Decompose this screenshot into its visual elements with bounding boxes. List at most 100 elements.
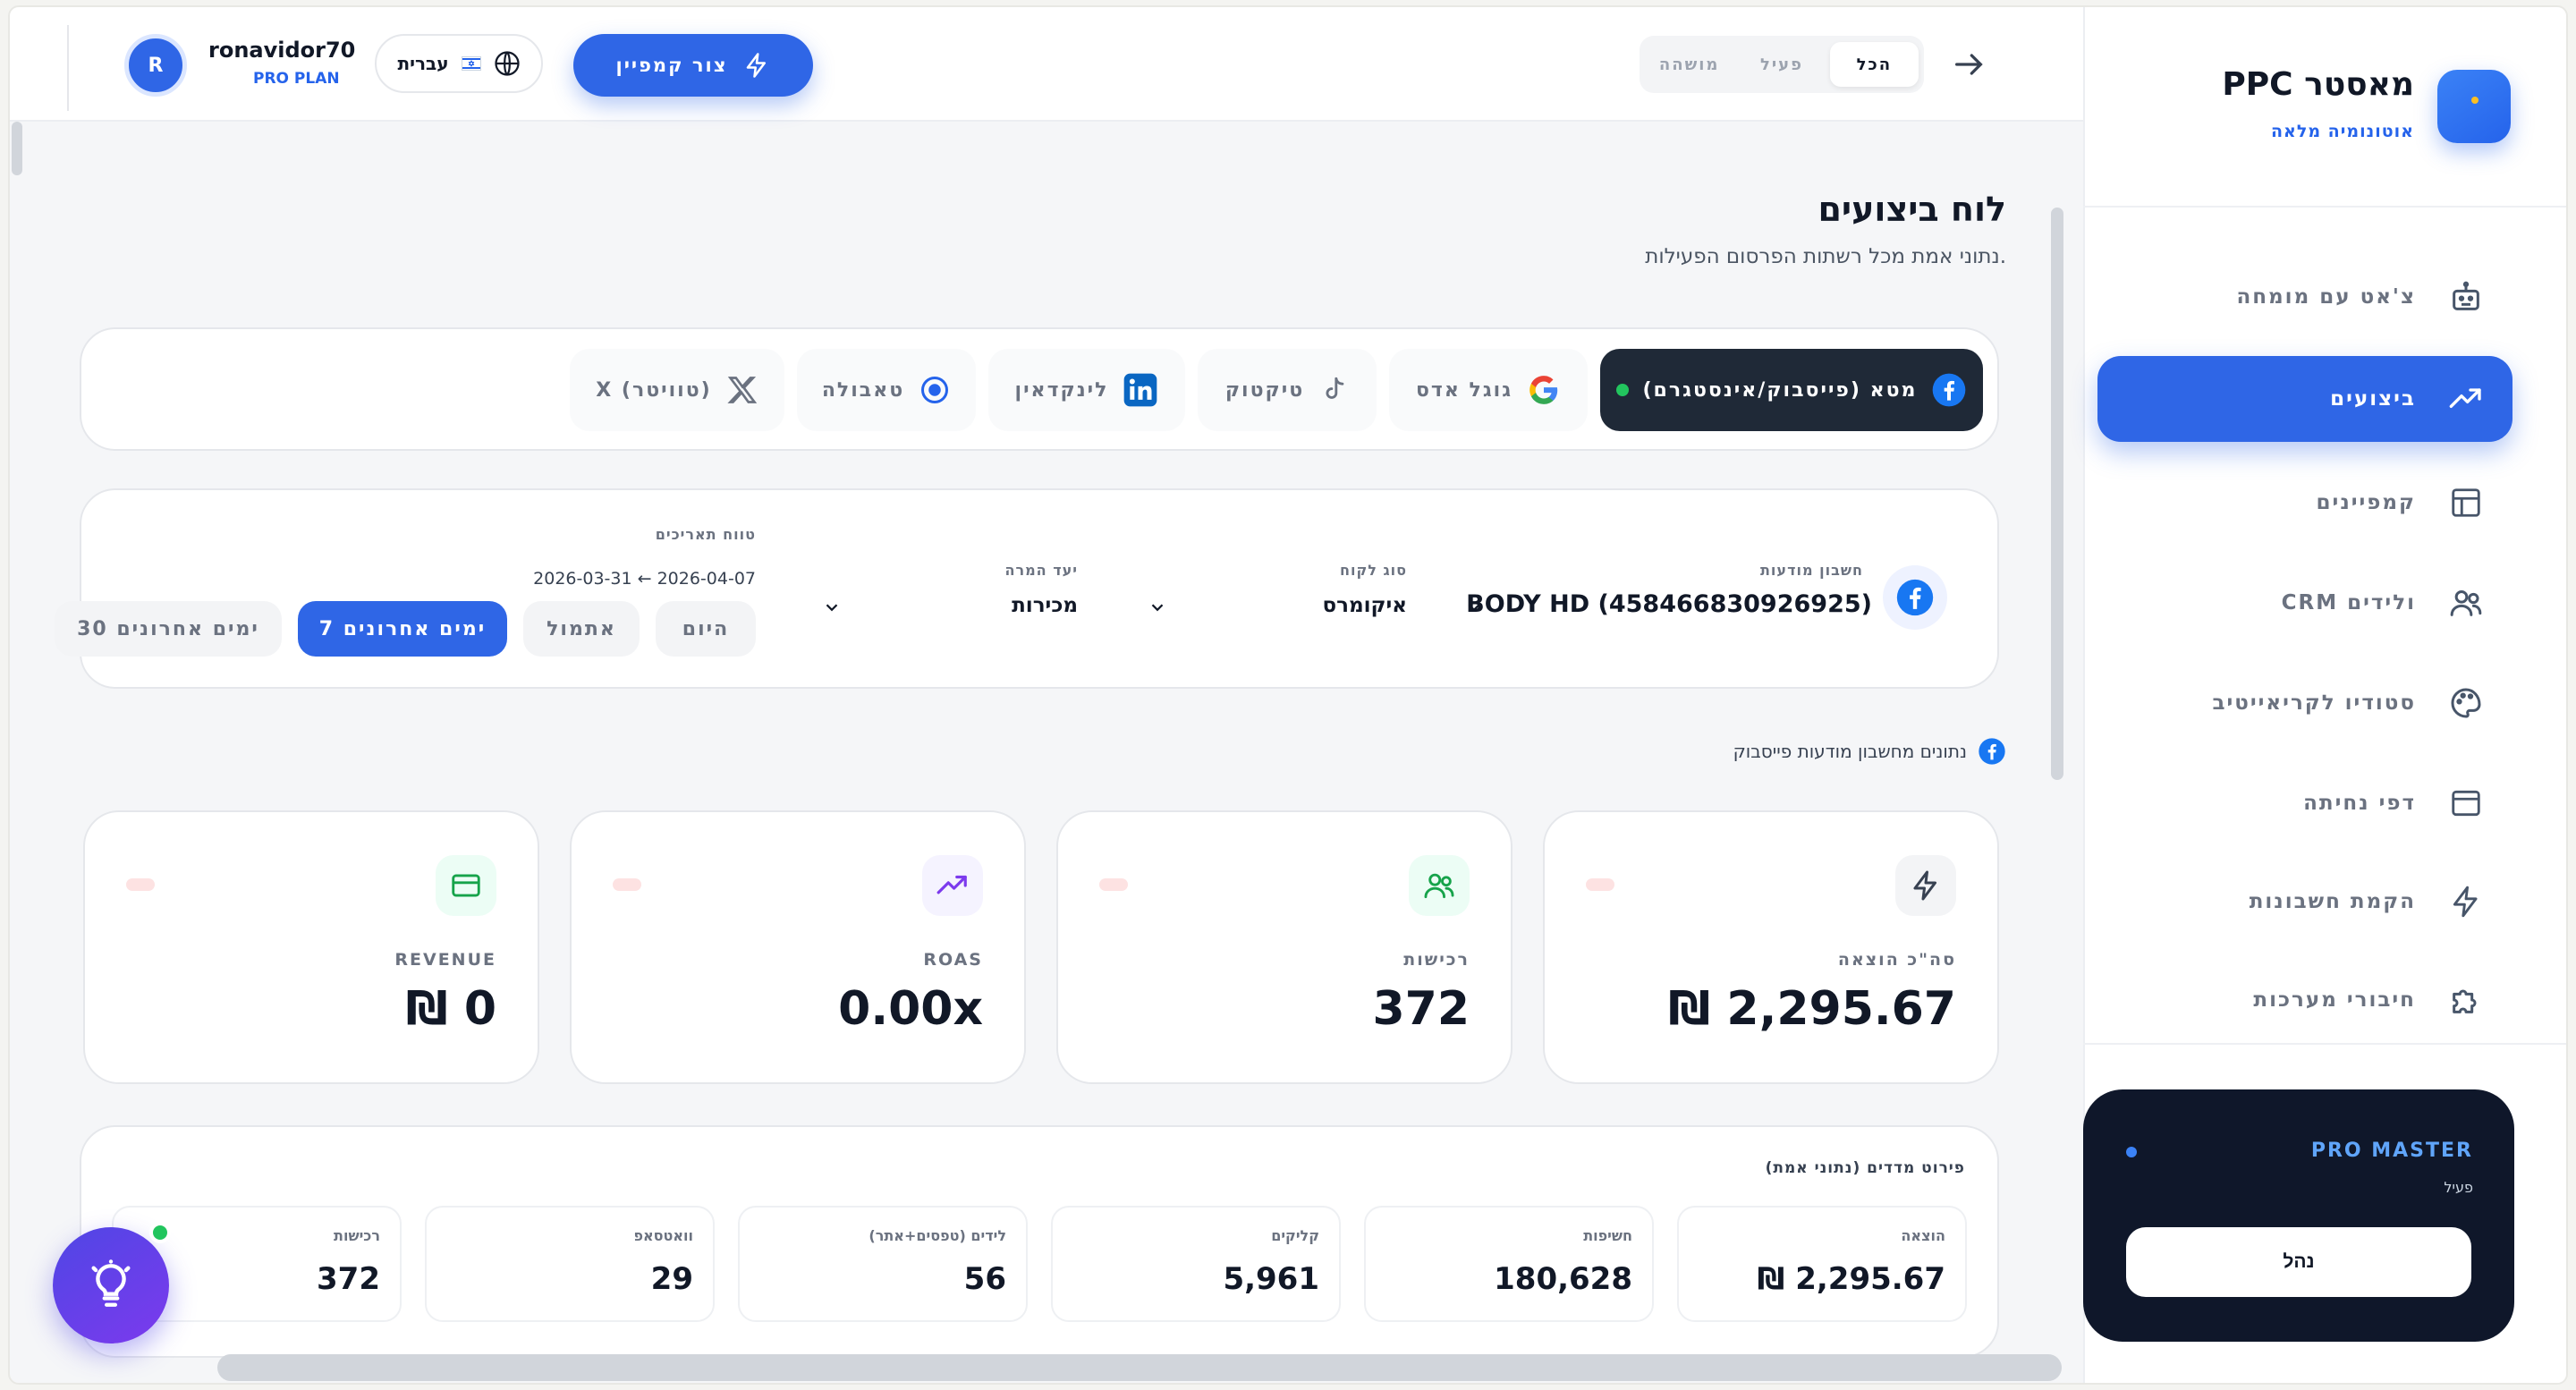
create-campaign-button[interactable]: צור קמפיין (573, 34, 813, 97)
kpi-card-spend: סה"כ הוצאה ₪ 2,295.67 (1543, 810, 1999, 1084)
sidebar-item-performance[interactable]: ביצועים (2097, 356, 2512, 442)
puzzle-icon (2446, 980, 2486, 1020)
facebook-icon (1933, 373, 1966, 407)
status-dot (2126, 1147, 2137, 1157)
tab-paused[interactable]: מושהה (1645, 42, 1733, 87)
status-filter-tabs: הכל פעיל מושהה (1640, 36, 1924, 93)
account-label: חשבון מודעות (1760, 562, 1863, 579)
range-today[interactable]: היום (656, 601, 756, 657)
top-bar: R ronavidor70 PRO PLAN עברית צור קמפיין … (10, 7, 2087, 122)
chevron-down-icon[interactable] (1148, 598, 1167, 617)
range-30-days[interactable]: 30 ימים אחרונים (55, 601, 282, 657)
metric-label: וואטסאפ (633, 1227, 693, 1244)
goal-select[interactable]: מכירות (1012, 594, 1078, 617)
metric-card: חשיפות 180,628 (1364, 1206, 1654, 1322)
filters-panel: חשבון מודעות BODY HD (458466830926925) ס… (55, 488, 1999, 689)
facebook-account-icon (1883, 565, 1947, 630)
client-type-label: סוג לקוח (1339, 562, 1407, 579)
kpi-card-revenue: REVENUE ₪ 0 (83, 810, 539, 1084)
client-type-select[interactable]: איקומרס (1323, 594, 1407, 617)
metric-card: וואטסאפ 29 (425, 1206, 715, 1322)
metrics-breakdown: פירוט מדדים (נתוני אמת) הוצאה ₪ 2,295.67… (80, 1125, 1999, 1358)
metric-card: קליקים 5,961 (1051, 1206, 1341, 1322)
platform-x[interactable]: X (טוויטר) (570, 349, 784, 431)
brand-logo (2437, 70, 2511, 143)
kpi-label: REVENUE (394, 950, 496, 970)
date-range-value: 2026-03-31 ← 2026-04-07 (533, 569, 756, 589)
arrow-right-icon[interactable] (1951, 47, 1987, 82)
kpi-card-purchases: רכישות 372 (1056, 810, 1513, 1084)
window-icon (2446, 784, 2486, 823)
kpi-label: סה"כ הוצאה (1837, 950, 1956, 970)
sidebar-item-label: קמפיינים (2316, 491, 2416, 514)
sidebar-item-landing-pages[interactable]: דפי נחיתה (2097, 760, 2512, 846)
sidebar-item-creative-studio[interactable]: סטודיו לקריאייטיב (2097, 660, 2512, 746)
pro-title: PRO MASTER (2310, 1140, 2473, 1162)
language-label: עברית (397, 53, 449, 74)
kpi-value: 372 (1372, 982, 1470, 1036)
chevron-down-icon[interactable] (822, 598, 842, 617)
bolt-icon (1895, 855, 1956, 916)
taboola-icon (921, 377, 949, 403)
bolt-icon (747, 53, 767, 78)
platform-linkedin[interactable]: לינקדאין (988, 349, 1185, 431)
pro-status: פעיל (2444, 1179, 2473, 1196)
page-subtitle: נתוני אמת מכל רשתות הפרסום הפעילות. (1645, 245, 2006, 268)
range-7-days[interactable]: 7 ימים אחרונים (298, 601, 507, 657)
google-icon (1530, 376, 1558, 404)
breakdown-title: פירוט מדדים (נתוני אמת) (1765, 1159, 1965, 1177)
facebook-icon (1896, 579, 1934, 616)
manage-button[interactable]: נהל (2126, 1227, 2471, 1297)
metric-label: רכישות (334, 1227, 380, 1244)
metric-value: 180,628 (1494, 1261, 1632, 1297)
metric-label: לידים (טפסים+אתר) (869, 1227, 1006, 1244)
platform-taboola[interactable]: טאבולה (797, 349, 976, 431)
tab-active[interactable]: פעיל (1737, 42, 1826, 87)
kpi-label: רכישות (1403, 950, 1470, 970)
metric-value: 29 (650, 1261, 693, 1297)
sidebar-item-label: ביצועים (2330, 387, 2416, 411)
platform-label: טאבולה (821, 378, 905, 402)
ideas-fab-button[interactable] (53, 1227, 169, 1343)
sidebar-item-campaigns[interactable]: קמפיינים (2097, 460, 2512, 546)
chevron-down-icon[interactable] (1464, 598, 1484, 617)
scrollbar-left[interactable] (12, 122, 22, 175)
sidebar-item-label: הקמת חשבונות (2249, 890, 2416, 913)
platform-google[interactable]: גוגל אדס (1389, 349, 1588, 431)
avatar[interactable]: R (124, 34, 187, 97)
create-campaign-label: צור קמפיין (615, 55, 728, 76)
goal-label: יעד המרה (1004, 562, 1078, 579)
range-yesterday[interactable]: אתמול (523, 601, 640, 657)
trend-badge (613, 878, 641, 891)
tab-all[interactable]: הכל (1829, 42, 1919, 87)
sidebar-item-expert-chat[interactable]: צ'אט עם מומחה (2097, 254, 2512, 340)
platform-selector: מטא (פייסבוק/אינסטגרם) גוגל אדס טיקטוק ל… (80, 327, 1999, 451)
kpi-value: ₪ 0 (405, 982, 496, 1036)
language-button[interactable]: עברית (375, 34, 543, 93)
app-window: R ronavidor70 PRO PLAN עברית צור קמפיין … (8, 5, 2568, 1385)
platform-meta[interactable]: מטא (פייסבוק/אינסטגרם) (1600, 349, 1983, 431)
kpi-value: ₪ 2,295.67 (1668, 982, 1956, 1036)
user-name: ronavidor70 (208, 38, 356, 63)
kpi-value: 0.00x (838, 982, 983, 1036)
pro-plan-card: PRO MASTER פעיל נהל (2083, 1089, 2514, 1342)
x-icon (727, 377, 757, 403)
sidebar: PPC מאסטר אוטונומיה מלאה צ'אט עם מומחה ב… (2083, 7, 2566, 1383)
active-status-dot (1615, 384, 1629, 396)
trend-badge (126, 878, 155, 891)
sidebar-item-label: צ'אט עם מומחה (2236, 285, 2416, 309)
linkedin-icon (1124, 373, 1157, 407)
account-select[interactable]: BODY HD (458466830926925) (1466, 590, 1872, 618)
platform-label: X (טוויטר) (596, 378, 712, 402)
sidebar-item-label: דפי נחיתה (2303, 792, 2416, 815)
sidebar-item-crm[interactable]: CRM ולידים (2097, 560, 2512, 646)
trend-up-icon (2446, 379, 2486, 419)
platform-tiktok[interactable]: טיקטוק (1198, 349, 1377, 431)
vertical-scrollbar[interactable] (2051, 208, 2063, 780)
kpi-card-roas: ROAS 0.00x (570, 810, 1026, 1084)
sidebar-item-account-setup[interactable]: הקמת חשבונות (2097, 859, 2512, 945)
lightbulb-icon (91, 1259, 131, 1307)
robot-icon (2446, 277, 2486, 317)
horizontal-scrollbar[interactable] (217, 1354, 2062, 1381)
sidebar-item-integrations[interactable]: חיבורי מערכות (2097, 957, 2512, 1043)
